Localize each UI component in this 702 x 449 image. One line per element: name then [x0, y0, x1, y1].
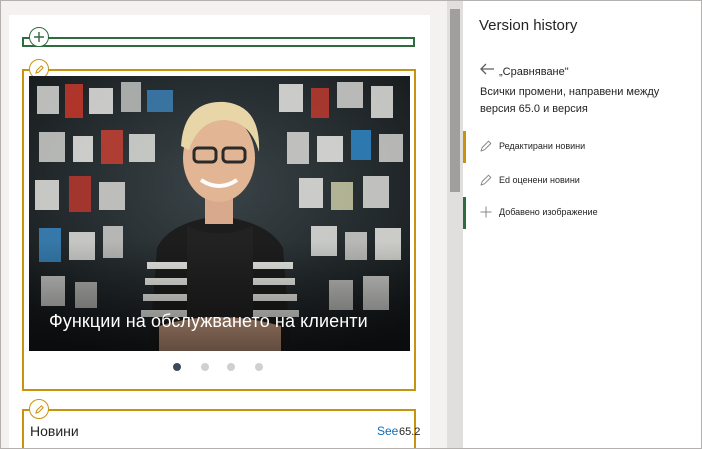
change-item-added-image[interactable]: Добавено изображение — [463, 197, 701, 229]
add-section-button[interactable] — [29, 27, 49, 47]
carousel-dot-4[interactable] — [255, 363, 263, 371]
pencil-icon — [479, 139, 493, 153]
compare-label: „Сравняване" — [499, 66, 569, 78]
added-section-highlight — [22, 37, 415, 47]
hero-image[interactable]: Функции на обслужването на клиенти — [29, 76, 410, 351]
pencil-icon — [34, 64, 44, 74]
news-version-tag: 65.2 — [399, 426, 421, 438]
panel-title: Version history — [479, 17, 578, 34]
plus-icon — [34, 32, 44, 42]
news-title: Новини — [30, 423, 79, 439]
pencil-icon — [479, 173, 493, 187]
carousel-dot-2[interactable] — [201, 363, 209, 371]
arrow-left-icon — [480, 63, 494, 75]
hero-photo — [29, 76, 410, 351]
compare-description: Всички промени, направени между версия 6… — [480, 86, 660, 115]
change-indicator-bar — [463, 131, 466, 163]
hero-title: Функции на обслужването на клиенти — [49, 311, 368, 331]
change-item-rated-news[interactable]: Ed оценени новини — [463, 165, 701, 197]
news-webpart-edited-highlight[interactable] — [22, 409, 416, 448]
version-history-panel: Version history „Сравняване" Всички пром… — [463, 1, 701, 448]
scrollbar-thumb[interactable] — [450, 9, 460, 192]
compare-back-button[interactable]: „Сравняване" — [479, 60, 569, 78]
plus-icon — [479, 205, 493, 219]
app-window: Функции на обслужването на клиенти Новин… — [0, 0, 702, 449]
change-item-edited-news[interactable]: Редактирани новини — [463, 131, 701, 163]
carousel-dot-3[interactable] — [227, 363, 235, 371]
change-indicator-bar — [463, 197, 466, 229]
change-label: Добавено изображение — [499, 207, 598, 217]
change-label: Редактирани новини — [499, 141, 586, 151]
news-see-all-link[interactable]: See — [377, 424, 398, 438]
carousel-dot-1[interactable] — [173, 363, 181, 371]
pencil-icon — [34, 404, 44, 414]
carousel-dots — [173, 363, 273, 373]
news-edit-button[interactable] — [29, 399, 49, 419]
change-label: Ed оценени новини — [499, 175, 580, 185]
